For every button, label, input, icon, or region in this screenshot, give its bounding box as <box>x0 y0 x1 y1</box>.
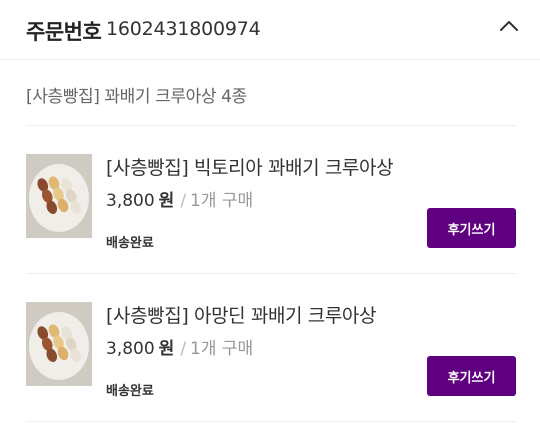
quantity: 1개 구매 <box>190 191 254 211</box>
order-item: [사층빵집] 아망딘 꽈배기 크루아상 3,800 원/1개 구매 배송완료 후기… <box>26 274 516 422</box>
currency: 원 <box>158 191 175 211</box>
delivery-status: 배송완료 <box>106 384 154 399</box>
product-thumbnail[interactable] <box>26 302 92 386</box>
order-label: 주문번호 <box>26 20 102 44</box>
shop-summary: [사층빵집] 꽈배기 크루아상 4종 <box>26 87 247 107</box>
currency: 원 <box>158 339 175 359</box>
delivery-status: 배송완료 <box>106 236 154 251</box>
product-name[interactable]: [사층빵집] 아망딘 꽈배기 크루아상 <box>106 301 376 328</box>
write-review-button[interactable]: 후기쓰기 <box>427 356 516 396</box>
separator: / <box>180 191 187 211</box>
order-number: 1602431800974 <box>106 18 261 40</box>
write-review-button[interactable]: 후기쓰기 <box>427 208 516 248</box>
price-row: 3,800 원/1개 구매 <box>106 334 253 359</box>
price: 3,800 <box>106 191 155 211</box>
price: 3,800 <box>106 339 155 359</box>
price-row: 3,800 원/1개 구매 <box>106 186 253 211</box>
product-name[interactable]: [사층빵집] 빅토리아 꽈배기 크루아상 <box>106 153 394 180</box>
product-thumbnail[interactable] <box>26 154 92 238</box>
quantity: 1개 구매 <box>190 339 254 359</box>
chevron-up-icon[interactable] <box>496 16 522 36</box>
order-header: 주문번호 1602431800974 <box>0 0 540 60</box>
separator: / <box>180 339 187 359</box>
order-item: [사층빵집] 빅토리아 꽈배기 크루아상 3,800 원/1개 구매 배송완료 후… <box>26 126 516 274</box>
